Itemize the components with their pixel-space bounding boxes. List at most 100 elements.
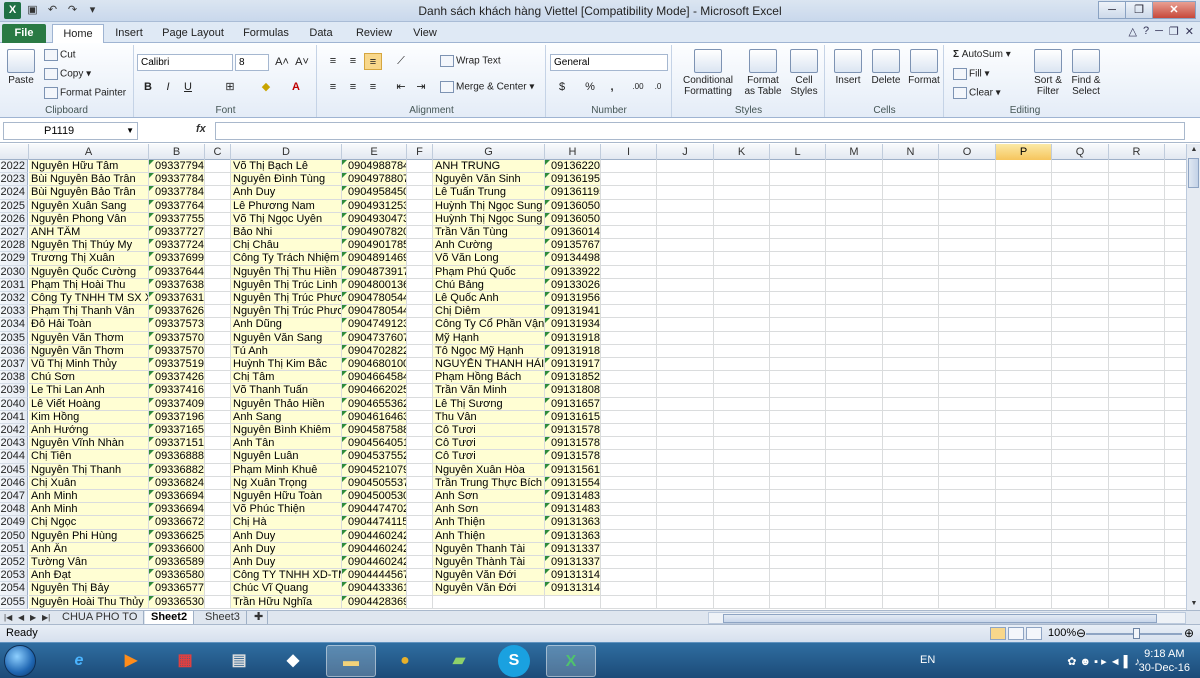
cell-r[interactable] — [1109, 490, 1165, 504]
cell-c[interactable] — [205, 278, 231, 292]
cell-a[interactable]: Anh Minh — [29, 503, 149, 517]
cell-d[interactable]: Chị Hà — [231, 516, 342, 530]
cell-k[interactable] — [714, 582, 770, 596]
cell-o[interactable] — [939, 358, 996, 372]
cell-q[interactable] — [1052, 278, 1109, 292]
cell-i[interactable] — [601, 397, 657, 411]
cell-h[interactable]: 0913133721 — [545, 542, 601, 556]
cell-h[interactable]: 0913133721 — [545, 556, 601, 570]
cell-e[interactable]: 0904500530 — [342, 490, 407, 504]
cell-f[interactable] — [407, 516, 433, 530]
cell-q[interactable] — [1052, 556, 1109, 570]
cell-p[interactable] — [996, 450, 1052, 464]
cell-s[interactable] — [1165, 318, 1186, 332]
cell-r[interactable] — [1109, 516, 1165, 530]
cell-h[interactable]: 0913193439 — [545, 318, 601, 332]
cell-s[interactable] — [1165, 450, 1186, 464]
cell-r[interactable] — [1109, 212, 1165, 226]
cell-f[interactable] — [407, 252, 433, 266]
last-sheet-icon[interactable]: ▶| — [42, 611, 50, 625]
cell-j[interactable] — [657, 226, 714, 240]
cell-f[interactable] — [407, 556, 433, 570]
cell-b[interactable]: 0933716579 — [149, 424, 205, 438]
cell-i[interactable] — [601, 476, 657, 490]
cell-k[interactable] — [714, 569, 770, 583]
language-indicator[interactable]: EN — [920, 654, 935, 666]
cell-b[interactable]: 0933757368 — [149, 318, 205, 332]
cell-s[interactable] — [1165, 345, 1186, 358]
row-header[interactable]: 2036 — [0, 344, 28, 358]
cell-f[interactable] — [407, 410, 433, 424]
cell-m[interactable] — [826, 595, 883, 609]
cell-l[interactable] — [770, 371, 826, 385]
column-header-i[interactable]: I — [601, 144, 657, 160]
cell-k[interactable] — [714, 278, 770, 292]
cell-b[interactable]: 0933763189 — [149, 292, 205, 306]
next-sheet-icon[interactable]: ▶ — [30, 611, 36, 625]
cell-n[interactable] — [883, 569, 939, 583]
cell-b[interactable]: 0933667241 — [149, 516, 205, 530]
cell-g[interactable]: Nguyễn Thanh Tài — [433, 542, 545, 556]
cell-m[interactable] — [826, 252, 883, 266]
cell-i[interactable] — [601, 239, 657, 253]
select-all-corner[interactable] — [0, 144, 29, 160]
cell-n[interactable] — [883, 226, 939, 240]
cell-i[interactable] — [601, 226, 657, 240]
tab-view[interactable]: View — [406, 24, 444, 43]
cell-r[interactable] — [1109, 384, 1165, 398]
cell-n[interactable] — [883, 424, 939, 438]
cell-f[interactable] — [407, 503, 433, 517]
insert-sheet-icon[interactable]: ✚ — [250, 611, 269, 625]
cell-j[interactable] — [657, 424, 714, 438]
cell-q[interactable] — [1052, 358, 1109, 372]
cell-b[interactable]: 0933763878 — [149, 278, 205, 292]
cell-r[interactable] — [1109, 344, 1165, 358]
tab-review[interactable]: Review — [350, 24, 398, 43]
cell-d[interactable]: Nguyễn Văn Sang — [231, 331, 342, 345]
cell-q[interactable] — [1052, 529, 1109, 543]
cell-k[interactable] — [714, 384, 770, 398]
shrink-font-icon[interactable]: A˅ — [293, 54, 311, 71]
cell-a[interactable]: Phạm Thị Thanh Vân — [29, 305, 149, 319]
cell-q[interactable] — [1052, 252, 1109, 266]
cell-k[interactable] — [714, 226, 770, 240]
currency-button[interactable]: $ — [553, 79, 571, 96]
decrease-decimal-icon[interactable]: .0 — [649, 79, 667, 96]
doc-minimize-icon[interactable]: ─ — [1155, 25, 1163, 38]
cell-i[interactable] — [601, 331, 657, 345]
cell-d[interactable]: Nguyễn Hữu Toàn — [231, 490, 342, 504]
cell-q[interactable] — [1052, 397, 1109, 411]
format-cells-button[interactable]: Format — [906, 49, 942, 86]
cell-m[interactable] — [826, 160, 883, 174]
row-header[interactable]: 2024 — [0, 186, 28, 200]
cell-c[interactable] — [205, 265, 231, 279]
cell-p[interactable] — [996, 226, 1052, 240]
cell-s[interactable] — [1165, 173, 1186, 187]
cell-a[interactable]: Tường Vân — [29, 556, 149, 570]
cell-q[interactable] — [1052, 490, 1109, 504]
cell-m[interactable] — [826, 239, 883, 253]
row-header[interactable]: 2028 — [0, 239, 28, 253]
row-header[interactable]: 2037 — [0, 358, 28, 372]
cell-i[interactable] — [601, 529, 657, 543]
row-header[interactable]: 2049 — [0, 516, 28, 530]
wrap-text-button[interactable]: Wrap Text — [440, 55, 501, 67]
cell-m[interactable] — [826, 226, 883, 240]
cell-k[interactable] — [714, 371, 770, 385]
cell-h[interactable]: 0913136322 — [545, 516, 601, 530]
cell-r[interactable] — [1109, 437, 1165, 451]
cell-s[interactable] — [1165, 556, 1186, 570]
align-center-icon[interactable]: ≡ — [344, 79, 362, 96]
cell-o[interactable] — [939, 186, 996, 200]
cell-d[interactable]: Chị Châu — [231, 239, 342, 253]
cell-g[interactable]: Thu Vân — [433, 410, 545, 424]
cell-b[interactable]: 0933778447 — [149, 173, 205, 187]
cell-p[interactable] — [996, 463, 1052, 477]
cell-e[interactable]: 0904931253 — [342, 199, 407, 213]
row-header[interactable]: 2051 — [0, 542, 28, 556]
cell-o[interactable] — [939, 424, 996, 438]
cell-j[interactable] — [657, 265, 714, 279]
cell-q[interactable] — [1052, 371, 1109, 385]
cell-a[interactable]: Phạm Thị Hoài Thu — [29, 278, 149, 292]
cell-c[interactable] — [205, 529, 231, 543]
